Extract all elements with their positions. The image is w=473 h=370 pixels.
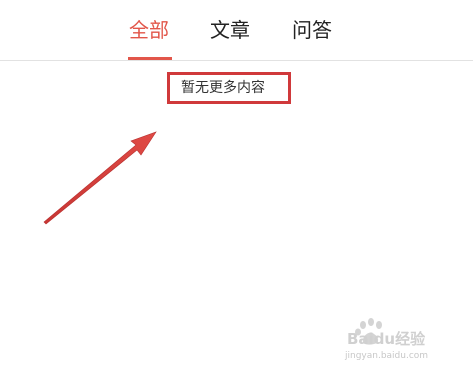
baidu-jingyan-watermark: Baidu经验 jingyan.baidu.com (344, 318, 428, 361)
watermark-url: jingyan.baidu.com (344, 351, 428, 361)
watermark-logo: Baidu经验 (347, 330, 426, 348)
